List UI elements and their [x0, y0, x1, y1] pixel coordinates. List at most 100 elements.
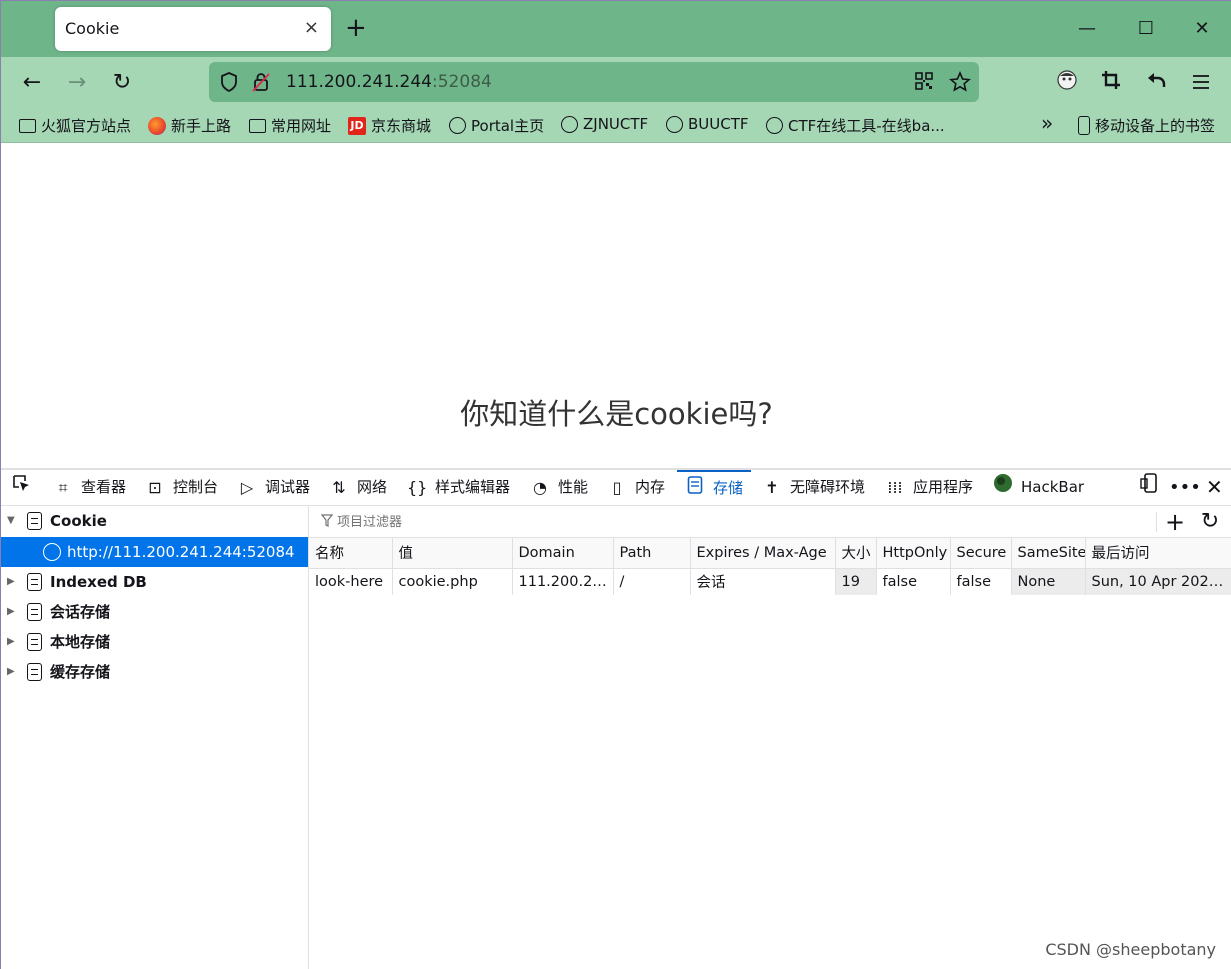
- bookmark-item[interactable]: CTF在线工具-在线ba...: [766, 115, 945, 136]
- column-header[interactable]: 名称: [309, 538, 393, 569]
- column-header[interactable]: Expires / Max-Age: [690, 538, 836, 569]
- mobile-bookmarks[interactable]: 移动设备上的书签: [1078, 115, 1215, 136]
- divider: [1156, 512, 1157, 532]
- tab-hackbar[interactable]: HackBar: [993, 470, 1084, 505]
- minimize-button[interactable]: —: [1067, 11, 1107, 47]
- filter-bar: + ↻: [309, 506, 1231, 538]
- tab-debugger[interactable]: ▷ 调试器: [237, 470, 310, 505]
- bookmark-item[interactable]: JD 京东商城: [348, 115, 431, 136]
- tree-cookie-host[interactable]: http://111.200.241.244:52084: [1, 537, 308, 567]
- more-options-icon[interactable]: •••: [1169, 470, 1201, 505]
- bookmark-label: 京东商城: [371, 117, 432, 135]
- browser-tab[interactable]: Cookie ×: [55, 7, 331, 51]
- tab-application[interactable]: ⁞⁞⁞ 应用程序: [885, 470, 973, 505]
- insecure-lock-icon[interactable]: [251, 71, 271, 98]
- add-item-icon[interactable]: +: [1161, 508, 1189, 536]
- shield-icon[interactable]: [219, 71, 239, 98]
- close-window-button[interactable]: ✕: [1182, 11, 1222, 47]
- menu-icon[interactable]: [1187, 69, 1215, 97]
- cell-size: 19: [835, 568, 877, 595]
- undo-extension-icon[interactable]: [1142, 69, 1170, 97]
- tab-memory[interactable]: ▯ 内存: [607, 470, 665, 505]
- element-picker-button[interactable]: [11, 470, 39, 505]
- bookmark-item[interactable]: 火狐官方站点: [19, 115, 131, 136]
- forward-button[interactable]: →: [63, 69, 91, 97]
- devtools-toolbar: ⌗ 查看器 ⊡ 控制台 ▷ 调试器 ⇅ 网络 {} 样式编辑器 ◔ 性能 ▯ 内存 存储 ✝ 无…: [1, 470, 1231, 506]
- bookmarks-overflow-icon[interactable]: »: [1041, 111, 1053, 135]
- memory-icon: ▯: [612, 478, 622, 497]
- tab-close-icon[interactable]: ×: [304, 17, 319, 38]
- storage-main: + ↻ 名称 值 Domain Path Expires / Max-Age 大…: [309, 506, 1231, 969]
- cell-name[interactable]: look-here: [309, 568, 393, 595]
- bookmark-item[interactable]: 常用网址: [249, 115, 331, 136]
- cell-secure[interactable]: false: [950, 568, 1012, 595]
- cell-samesite: None: [1011, 568, 1086, 595]
- bookmark-item[interactable]: BUUCTF: [666, 115, 749, 133]
- tree-local-storage[interactable]: ▶ 本地存储: [1, 627, 308, 657]
- extension-avatar-icon[interactable]: [1053, 69, 1081, 97]
- column-header[interactable]: 值: [392, 538, 513, 569]
- bookmark-item[interactable]: ZJNUCTF: [561, 115, 648, 133]
- network-icon: ⇅: [332, 478, 346, 497]
- cell-expires[interactable]: 会话: [690, 568, 836, 595]
- tree-cookie[interactable]: ▼ Cookie: [1, 506, 308, 536]
- tree-session-storage[interactable]: ▶ 会话存储: [1, 597, 308, 627]
- column-header[interactable]: 最后访问: [1085, 538, 1231, 569]
- reload-button[interactable]: ↻: [108, 69, 136, 97]
- hackbar-icon: [993, 470, 1013, 505]
- tab-network[interactable]: ⇅ 网络: [329, 470, 387, 505]
- tab-inspector[interactable]: ⌗ 查看器: [53, 470, 126, 505]
- tab-label: 内存: [635, 478, 666, 496]
- filter-icon: [320, 514, 334, 531]
- tree-label: 会话存储: [50, 603, 111, 621]
- tab-performance[interactable]: ◔ 性能: [530, 470, 588, 505]
- tree-indexeddb[interactable]: ▶ Indexed DB: [1, 567, 308, 597]
- accessibility-icon: ✝: [765, 478, 779, 497]
- performance-icon: ◔: [533, 478, 547, 497]
- filter-input[interactable]: [337, 511, 1137, 533]
- cell-path[interactable]: /: [613, 568, 691, 595]
- folder-icon: [19, 118, 36, 133]
- expanded-arrow-icon: ▼: [7, 515, 15, 526]
- tab-storage[interactable]: 存储: [677, 470, 752, 506]
- tab-style-editor[interactable]: {} 样式编辑器: [407, 470, 510, 505]
- new-tab-button[interactable]: +: [345, 13, 367, 43]
- close-devtools-icon[interactable]: ✕: [1206, 470, 1223, 505]
- refresh-icon[interactable]: ↻: [1196, 508, 1224, 536]
- cell-domain[interactable]: 111.200.241....: [512, 568, 614, 595]
- bookmark-star-icon[interactable]: [949, 70, 971, 98]
- tree-cache-storage[interactable]: ▶ 缓存存储: [1, 657, 308, 687]
- tree-label: 本地存储: [50, 633, 111, 651]
- debugger-icon: ▷: [240, 478, 254, 497]
- crop-tool-icon[interactable]: [1097, 69, 1125, 97]
- collapsed-arrow-icon: ▶: [7, 636, 15, 647]
- storage-icon: [27, 603, 42, 621]
- cell-value[interactable]: cookie.php: [392, 568, 513, 595]
- storage-icon: [685, 471, 705, 506]
- column-header[interactable]: SameSite: [1011, 538, 1086, 569]
- column-header[interactable]: HttpOnly: [876, 538, 951, 569]
- url-bar[interactable]: 111.200.241.244:52084: [209, 62, 979, 102]
- column-header[interactable]: Secure: [950, 538, 1012, 569]
- back-button[interactable]: ←: [18, 69, 46, 97]
- column-header[interactable]: Domain: [512, 538, 614, 569]
- tab-console[interactable]: ⊡ 控制台: [145, 470, 218, 505]
- tab-title: Cookie: [65, 19, 120, 38]
- bookmark-item[interactable]: 新手上路: [148, 115, 231, 136]
- page-heading: 你知道什么是cookie吗?: [460, 397, 773, 431]
- tab-accessibility[interactable]: ✝ 无障碍环境: [762, 470, 865, 505]
- table-row[interactable]: look-here cookie.php 111.200.241.... / 会…: [309, 568, 1231, 595]
- column-header[interactable]: 大小: [835, 538, 877, 569]
- bookmark-item[interactable]: Portal主页: [449, 115, 544, 136]
- application-icon: ⁞⁞⁞: [887, 478, 903, 497]
- cell-httponly[interactable]: false: [876, 568, 951, 595]
- qr-code-icon[interactable]: [914, 71, 934, 96]
- bookmark-label: 新手上路: [171, 117, 232, 135]
- maximize-button[interactable]: ☐: [1126, 11, 1166, 47]
- browser-window: Cookie × + — ☐ ✕ ← → ↻ 111.200.241.244:5…: [0, 0, 1231, 969]
- collapsed-arrow-icon: ▶: [7, 606, 15, 617]
- bookmark-label: 火狐官方站点: [41, 117, 132, 135]
- cookie-table: 名称 值 Domain Path Expires / Max-Age 大小 Ht…: [309, 538, 1231, 595]
- column-header[interactable]: Path: [613, 538, 691, 569]
- responsive-design-button[interactable]: [1139, 470, 1167, 505]
